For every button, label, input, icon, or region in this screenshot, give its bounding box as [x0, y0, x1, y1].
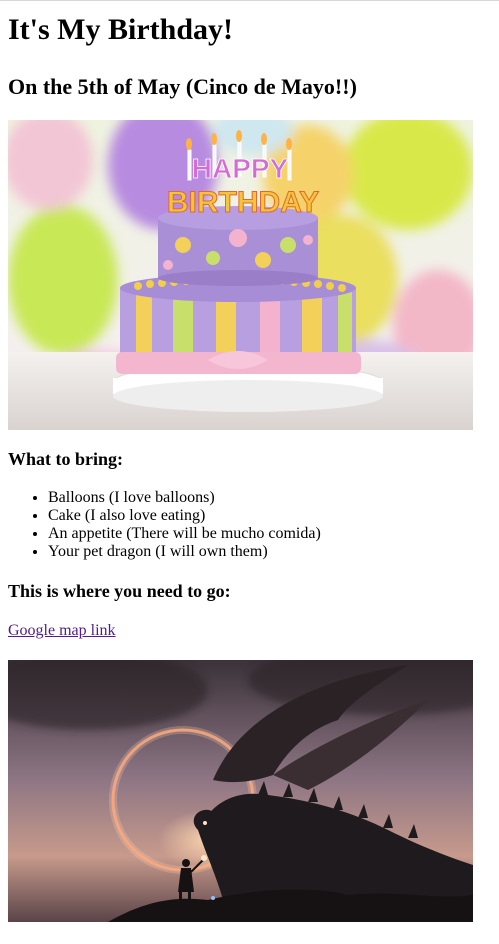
page-subtitle: On the 5th of May (Cinco de Mayo!!) [8, 74, 357, 99]
dragon-illustration-image [8, 660, 473, 922]
page-title: It's My Birthday! [8, 13, 233, 46]
map-link-paragraph: Google map link [8, 622, 491, 640]
list-item: An appetite (There will be mucho comida) [48, 525, 491, 543]
list-item: Cake (I also love eating) [48, 507, 491, 525]
list-item: Your pet dragon (I will own them) [48, 543, 491, 561]
google-map-link[interactable]: Google map link [8, 622, 116, 639]
happy-topper-text: HAPPY [192, 153, 289, 184]
what-to-bring-heading: What to bring: [8, 449, 124, 469]
bring-list: Balloons (I love balloons) Cake (I also … [8, 489, 491, 561]
list-item: Balloons (I love balloons) [48, 489, 491, 507]
directions-heading: This is where you need to go: [8, 581, 231, 601]
birthday-cake-image: HAPPY BIRTHDAY [8, 120, 473, 430]
birthday-topper-text: BIRTHDAY [167, 186, 319, 219]
page-content: It's My Birthday! On the 5th of May (Cin… [0, 13, 499, 922]
